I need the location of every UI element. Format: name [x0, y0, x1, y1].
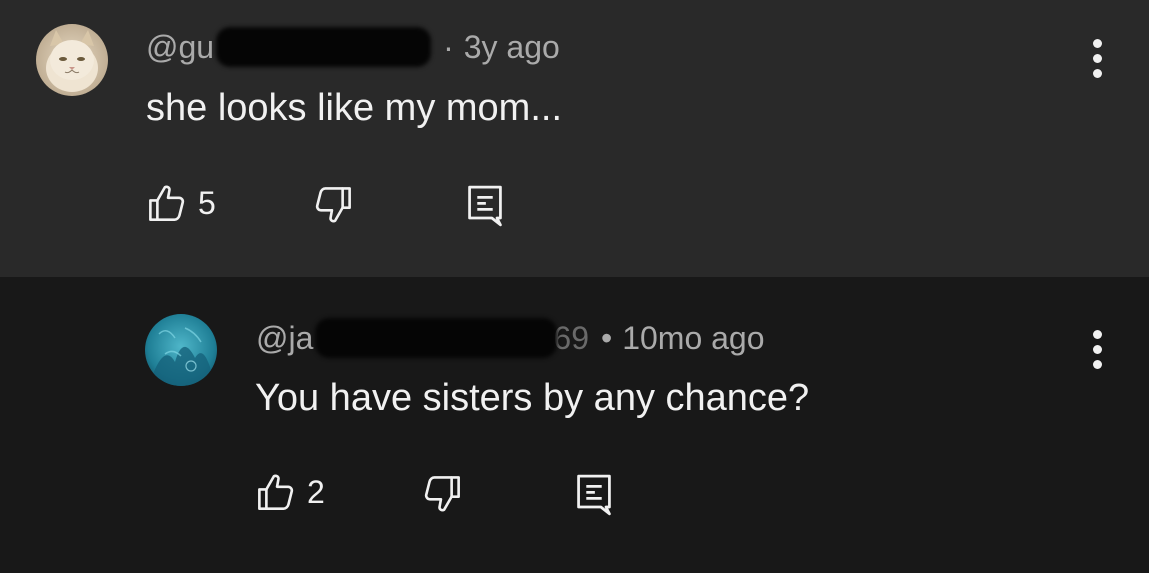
- dislike-button[interactable]: [312, 184, 354, 226]
- more-options-button[interactable]: [1086, 37, 1110, 81]
- like-count: 5: [198, 185, 216, 221]
- comment: @ja 69 • 10mo ago You have sisters by any c…: [0, 277, 1149, 573]
- comment-time: 3y ago: [463, 29, 560, 65]
- comment-meta: @gu · 3y ago: [146, 27, 560, 67]
- like-button[interactable]: 2: [255, 471, 325, 513]
- like-count: 2: [307, 474, 325, 510]
- redaction-mark: [216, 27, 432, 67]
- thumbs-down-icon: [315, 187, 351, 223]
- avatar[interactable]: [36, 24, 108, 96]
- thumbs-up-icon: [149, 185, 185, 221]
- cat-avatar-icon: [36, 24, 108, 96]
- dislike-button[interactable]: [421, 473, 463, 515]
- author-handle[interactable]: @gu: [146, 27, 214, 67]
- teal-avatar-icon: [145, 314, 217, 386]
- comment: @gu · 3y ago she looks like my mom... 5: [0, 0, 1149, 277]
- comment-meta: @ja 69 • 10mo ago: [256, 318, 765, 358]
- author-handle[interactable]: @ja: [256, 318, 313, 358]
- avatar[interactable]: [145, 314, 217, 386]
- separator-dot: ·: [443, 29, 454, 65]
- reply-icon: [468, 185, 502, 227]
- thumbs-down-icon: [424, 476, 460, 512]
- comment-text: You have sisters by any chance?: [255, 377, 810, 419]
- comment-time: 10mo ago: [622, 320, 765, 356]
- like-button[interactable]: 5: [146, 182, 216, 224]
- more-options-button[interactable]: [1086, 328, 1110, 372]
- separator-dot: •: [600, 320, 613, 356]
- comment-text: she looks like my mom...: [146, 87, 562, 129]
- author-handle-tail: 69: [553, 320, 589, 356]
- reply-button[interactable]: [464, 182, 506, 230]
- redaction-mark: [315, 318, 558, 358]
- reply-icon: [577, 474, 611, 516]
- reply-button[interactable]: [573, 471, 615, 519]
- thumbs-up-icon: [258, 474, 294, 510]
